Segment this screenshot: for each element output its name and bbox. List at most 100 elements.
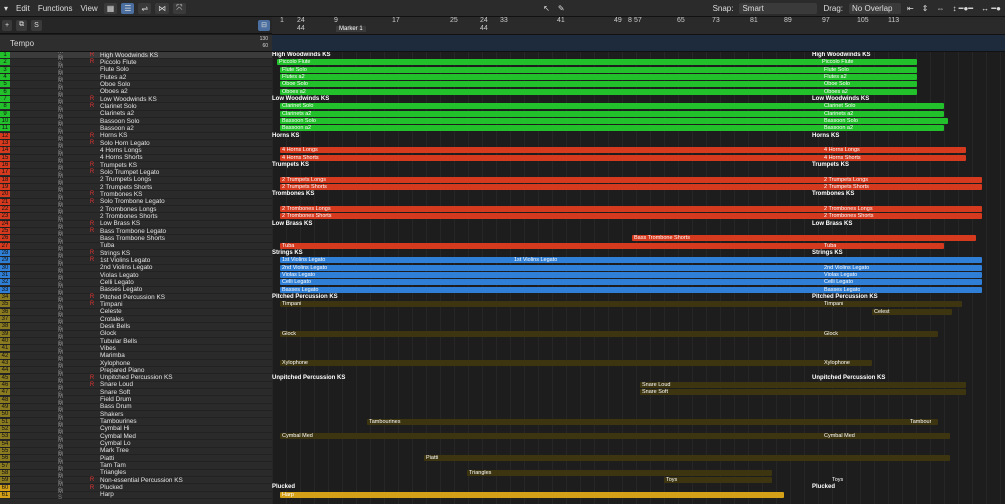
menu-edit[interactable]: Edit — [12, 2, 34, 15]
tempo-track-header[interactable]: Tempo 130 60 — [0, 35, 272, 52]
record-enable-button[interactable]: R — [88, 169, 96, 175]
dropdown-icon[interactable]: ▾ — [0, 2, 12, 15]
zoom-horizontal-slider[interactable]: ↔ ━● — [977, 2, 1005, 15]
record-enable-button[interactable]: R — [88, 301, 96, 307]
record-enable-button[interactable]: R — [88, 375, 96, 381]
folder-region-label[interactable]: Low Woodwinds KS — [272, 96, 329, 102]
region[interactable]: 4 Horns Longs — [280, 147, 966, 154]
folder-region-label[interactable]: Horns KS — [272, 133, 299, 139]
duplicate-track-button[interactable]: ⧉ — [16, 19, 28, 31]
record-enable-button[interactable]: R — [88, 133, 96, 139]
record-enable-button[interactable]: R — [88, 221, 96, 227]
zoom-icon[interactable]: ⇤ — [903, 2, 918, 15]
collapse-icon[interactable]: ⊟ — [258, 19, 270, 31]
region[interactable]: Glock — [280, 330, 938, 337]
record-enable-button[interactable]: R — [88, 191, 96, 197]
mute-solo-buttons[interactable]: M S — [10, 489, 63, 501]
pencil-tool-icon[interactable]: ✎ — [554, 2, 569, 15]
global-s-button[interactable]: S — [31, 19, 42, 31]
grid-icon[interactable]: ▦ — [103, 2, 118, 14]
region[interactable]: Basses Legato — [280, 286, 982, 293]
region[interactable]: 2 Trumpets Shorts — [280, 183, 982, 190]
record-enable-button[interactable]: R — [88, 96, 96, 102]
grid-line — [986, 52, 987, 504]
record-enable-button[interactable]: R — [88, 103, 96, 109]
folder-region-label[interactable]: Unpitched Percussion KS — [272, 375, 345, 381]
region[interactable]: Celest — [872, 308, 952, 315]
snap-select[interactable]: Smart — [739, 2, 818, 14]
region[interactable]: Bass Trombone Shorts — [632, 235, 976, 242]
record-enable-button[interactable]: R — [88, 52, 96, 58]
arrange-area[interactable]: High Woodwinds KS High Woodwinds KS Piccol… — [272, 52, 1005, 504]
track-name: Shakers — [100, 410, 124, 418]
record-enable-button[interactable]: R — [88, 485, 96, 491]
zoom-slider[interactable]: ↕ ━●━ — [948, 2, 977, 15]
region[interactable]: Piatti — [424, 455, 950, 462]
marker-label[interactable]: Marker 1 — [336, 26, 366, 32]
track-name: Non-essential Percussion KS — [100, 476, 183, 484]
region-label: Unpitched Percussion KS — [812, 374, 886, 381]
menu-functions[interactable]: Functions — [34, 2, 77, 15]
record-enable-button[interactable]: R — [88, 257, 96, 263]
folder-region-label[interactable]: High Woodwinds KS — [272, 52, 331, 58]
track-name: Tam Tam — [100, 462, 126, 470]
add-track-button[interactable]: + — [2, 19, 13, 31]
menu-view[interactable]: View — [77, 2, 102, 15]
pointer-tool-icon[interactable]: ↖ — [539, 2, 554, 15]
track-number: 2 — [0, 59, 10, 66]
region[interactable]: Violas Legato — [280, 271, 982, 278]
record-enable-button[interactable]: R — [88, 140, 96, 146]
track-name: 2 Trombones Shorts — [100, 212, 158, 220]
region[interactable]: Xylophone — [280, 359, 872, 366]
track-number: 30 — [0, 264, 10, 271]
folder-region-label[interactable]: Pitched Percussion KS — [272, 294, 338, 300]
folder-region-label[interactable]: Trombones KS — [272, 191, 314, 197]
track-name: Clarinet Solo — [100, 102, 137, 110]
track-row[interactable]: 61 M S Harp — [0, 489, 272, 501]
region[interactable]: 2nd Violins Legato — [280, 264, 982, 271]
region[interactable]: 2 Trumpets Longs — [280, 176, 982, 183]
region-label: Toys — [832, 477, 844, 484]
region[interactable]: Celli Legato — [280, 279, 982, 286]
record-enable-button[interactable]: R — [88, 59, 96, 65]
region-label: Bassoon a2 — [824, 125, 854, 132]
list-icon[interactable]: ☰ — [121, 2, 135, 14]
region[interactable]: Timpani — [280, 301, 962, 308]
track-name: Tubular Bells — [100, 337, 138, 345]
track-number: 7 — [0, 96, 10, 103]
region[interactable]: Snare Soft — [640, 389, 966, 396]
zoom-horizontal-icon[interactable]: ⇔ — [932, 2, 948, 15]
record-enable-button[interactable]: R — [88, 294, 96, 300]
scissor-icon[interactable]: ⋈ — [155, 2, 170, 14]
region[interactable]: Snare Loud — [640, 381, 966, 388]
record-enable-button[interactable]: R — [88, 477, 96, 483]
folder-region-label[interactable]: Strings KS — [272, 250, 303, 256]
region[interactable]: Harp — [280, 491, 784, 498]
timeline-ruler[interactable]: 1 24 9 17 25 24 33 41 49 8 57 65 73 81 89 97 105 113 44 44 — [272, 17, 1005, 35]
record-enable-button[interactable]: R — [88, 199, 96, 205]
tempo-lane[interactable] — [272, 35, 1005, 52]
folder-region-label[interactable]: Plucked — [272, 484, 295, 490]
region[interactable]: Tuba — [280, 242, 944, 249]
drag-select[interactable]: No Overlap — [849, 2, 902, 14]
region[interactable]: 2 Trombones Shorts — [280, 213, 982, 220]
region-label: 2 Trombones Longs — [824, 205, 873, 212]
region[interactable]: Tambourines — [367, 418, 938, 425]
bar-number: 113 — [888, 17, 900, 24]
record-enable-button[interactable]: R — [88, 382, 96, 388]
region[interactable]: 2 Trombones Longs — [280, 205, 982, 212]
region[interactable]: Toys — [664, 477, 772, 484]
folder-region-label[interactable]: Trumpets KS — [272, 162, 309, 168]
flex-icon[interactable]: ⇌ — [138, 2, 152, 14]
track-name: Cymbal Lo — [100, 440, 131, 448]
track-name: Low Brass KS — [100, 220, 141, 228]
region[interactable]: 4 Horns Shorts — [280, 154, 966, 161]
record-enable-button[interactable]: R — [88, 250, 96, 256]
record-enable-button[interactable]: R — [88, 162, 96, 168]
zoom-vertical-icon[interactable]: ⇕ — [918, 2, 933, 15]
record-enable-button[interactable]: R — [88, 228, 96, 234]
region[interactable]: Triangles — [467, 469, 772, 476]
region[interactable]: 1st Violins Legato — [280, 257, 982, 264]
folder-region-label[interactable]: Low Brass KS — [272, 221, 312, 227]
catch-icon[interactable]: ⤧ — [173, 2, 186, 14]
